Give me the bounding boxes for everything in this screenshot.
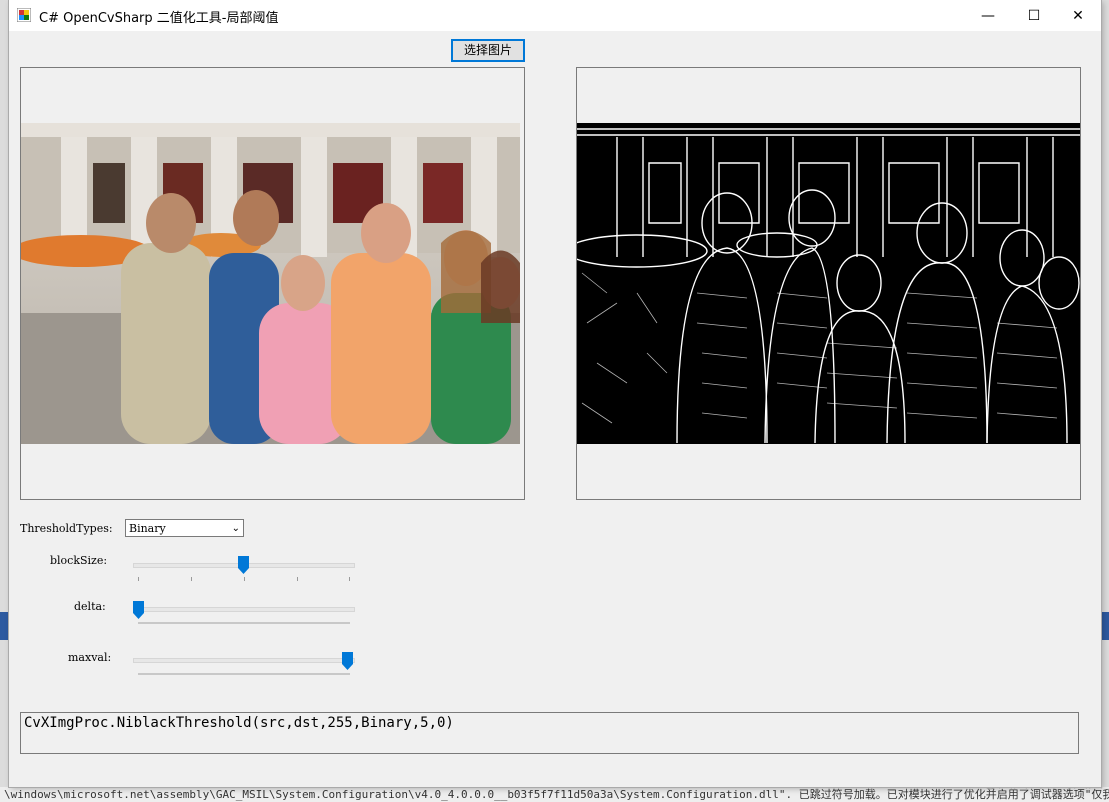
source-picture-box xyxy=(20,67,525,500)
delta-track xyxy=(133,607,355,612)
slider-tick xyxy=(191,577,192,581)
app-window: C# OpenCvSharp 二值化工具-局部阈值 — ☐ ✕ 选择图片 Thr… xyxy=(9,0,1101,787)
source-photo xyxy=(21,123,520,444)
delta-label: delta: xyxy=(74,600,106,613)
minimize-button[interactable]: — xyxy=(965,0,1011,31)
slider-tick xyxy=(138,577,139,581)
minimize-icon: — xyxy=(981,7,995,24)
slider-tick xyxy=(349,577,350,581)
close-button[interactable]: ✕ xyxy=(1055,0,1101,31)
block-size-label: blockSize: xyxy=(50,554,108,567)
window-title: C# OpenCvSharp 二值化工具-局部阈值 xyxy=(39,11,279,26)
close-icon: ✕ xyxy=(1072,7,1084,24)
result-photo xyxy=(577,123,1080,444)
maximize-icon: ☐ xyxy=(1027,7,1041,24)
maxval-thumb[interactable] xyxy=(342,652,353,670)
block-size-thumb[interactable] xyxy=(238,556,249,574)
delta-tick-bar xyxy=(138,622,350,624)
app-icon xyxy=(17,8,31,22)
delta-thumb[interactable] xyxy=(133,601,144,619)
code-output-textbox[interactable]: CvXImgProc.NiblackThreshold(src,dst,255,… xyxy=(20,712,1079,754)
maxval-slider[interactable] xyxy=(133,652,357,678)
select-image-button[interactable]: 选择图片 xyxy=(451,39,525,62)
result-picture-box xyxy=(576,67,1081,500)
ide-band-right xyxy=(1101,612,1109,640)
maximize-button[interactable]: ☐ xyxy=(1011,0,1057,31)
maxval-tick-bar xyxy=(138,673,350,675)
threshold-types-label: ThresholdTypes: xyxy=(20,522,113,535)
chevron-down-icon: ⌄ xyxy=(231,523,240,534)
slider-tick xyxy=(297,577,298,581)
maxval-label: maxval: xyxy=(68,651,112,664)
threshold-types-select[interactable]: Binary ⌄ xyxy=(125,519,244,537)
threshold-types-value: Binary xyxy=(129,522,166,535)
slider-tick xyxy=(244,577,245,581)
block-size-slider[interactable] xyxy=(133,556,357,582)
delta-slider[interactable] xyxy=(133,601,357,627)
title-bar: C# OpenCvSharp 二值化工具-局部阈值 — ☐ ✕ xyxy=(9,0,1101,31)
maxval-track xyxy=(133,658,355,663)
